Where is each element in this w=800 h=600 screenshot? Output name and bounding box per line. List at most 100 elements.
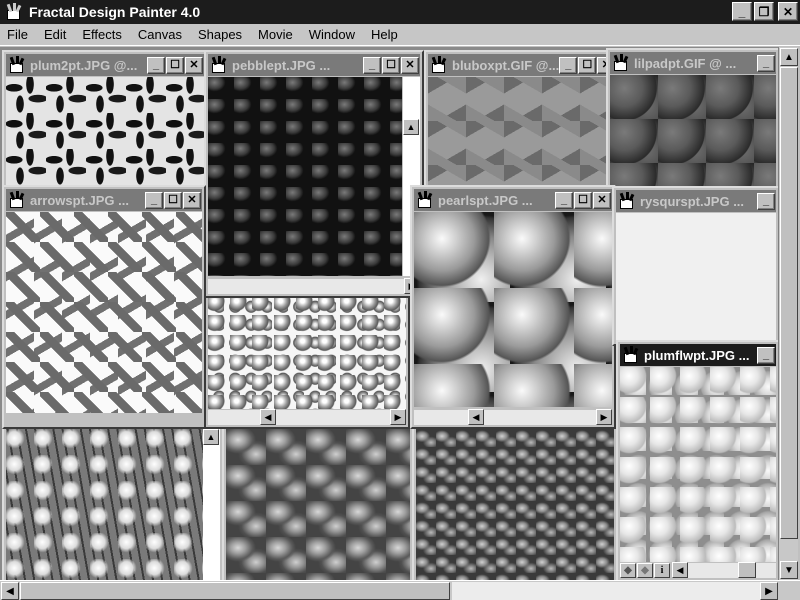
image-canvas[interactable] (616, 213, 776, 342)
doc-titlebar[interactable]: pebblept.JPG ... _ ☐ ✕ (208, 54, 420, 76)
doc-title: pebblept.JPG ... (232, 57, 331, 73)
doc-window-hearts[interactable] (222, 425, 414, 580)
doc-maximize-button[interactable]: ☐ (574, 191, 592, 209)
doc-window-rysqurspt[interactable]: rysqurspt.JPG ... _ (612, 186, 778, 346)
doc-window-waterdrops[interactable]: ◀ ▶ (204, 291, 410, 429)
doc-title: lilpadpt.GIF @ ... (634, 55, 737, 71)
doc-minimize-button[interactable]: _ (147, 56, 165, 74)
scroll-left-button[interactable]: ◀ (672, 562, 688, 578)
painter-doc-icon (429, 56, 449, 74)
doc-maximize-button[interactable]: ☐ (166, 56, 184, 74)
doc-titlebar[interactable]: pearlspt.JPG ... _ ☐ ✕ (414, 189, 612, 211)
scroll-right-button[interactable]: ▶ (596, 409, 612, 425)
main-scroll-up-button[interactable]: ▲ (780, 48, 798, 66)
image-canvas[interactable] (428, 77, 608, 186)
image-canvas[interactable] (416, 429, 614, 580)
tracing-tool-icon[interactable]: ◆ (637, 563, 653, 578)
main-vertical-scrollbar[interactable]: ▲ ▼ (778, 47, 798, 580)
doc-window-lilpadpt[interactable]: lilpadpt.GIF @ ... _ (606, 48, 778, 190)
doc-close-button[interactable]: ✕ (185, 56, 203, 74)
menubar: File Edit Effects Canvas Shapes Movie Wi… (0, 24, 800, 46)
horizontal-scrollbar[interactable]: ◀ (672, 562, 776, 578)
doc-minimize-button[interactable]: _ (757, 54, 775, 72)
doc-window-arrowspt[interactable]: arrowspt.JPG ... _ ☐ ✕ (2, 185, 206, 429)
grid-tool-icon[interactable]: ◆ (620, 563, 636, 578)
doc-titlebar[interactable]: plum2pt.JPG @... _ ☐ ✕ (6, 54, 204, 76)
main-horizontal-scrollbar[interactable]: ◀ ▶ (0, 580, 800, 600)
main-scroll-left-button[interactable]: ◀ (1, 582, 19, 600)
horizontal-scrollbar[interactable]: ◀ ▶ (208, 409, 406, 425)
doc-close-button[interactable]: ✕ (593, 191, 611, 209)
doc-title: bluboxpt.GIF @... (452, 57, 560, 73)
doc-minimize-button[interactable]: _ (757, 346, 775, 364)
doc-window-pebblept[interactable]: pebblept.JPG ... _ ☐ ✕ ▲ ▶ (204, 50, 424, 298)
main-scroll-down-button[interactable]: ▼ (780, 561, 798, 579)
image-canvas[interactable] (6, 429, 204, 580)
doc-maximize-button[interactable]: ☐ (578, 56, 597, 74)
doc-close-button[interactable]: ✕ (183, 191, 201, 209)
doc-titlebar[interactable]: arrowspt.JPG ... _ ☐ ✕ (6, 189, 202, 211)
menu-window[interactable]: Window (301, 27, 363, 42)
doc-title: arrowspt.JPG ... (30, 192, 129, 208)
doc-window-ivy[interactable] (412, 425, 618, 580)
doc-minimize-button[interactable]: _ (555, 191, 573, 209)
painter-app-icon[interactable] (4, 3, 24, 21)
doc-window-floral[interactable]: ▲ (2, 425, 224, 580)
doc-titlebar[interactable]: rysqurspt.JPG ... _ (616, 190, 776, 212)
image-canvas[interactable] (414, 212, 612, 407)
menu-movie[interactable]: Movie (250, 27, 301, 42)
doc-window-pearlspt[interactable]: pearlspt.JPG ... _ ☐ ✕ ◀ ▶ (410, 185, 616, 429)
vertical-scrollbar[interactable]: ▲ (203, 429, 220, 580)
menu-help[interactable]: Help (363, 27, 406, 42)
doc-minimize-button[interactable]: _ (363, 56, 381, 74)
image-canvas[interactable] (208, 77, 402, 276)
main-scroll-right-button[interactable]: ▶ (760, 582, 778, 600)
scroll-right-button[interactable]: ▶ (390, 409, 406, 425)
doc-titlebar[interactable]: bluboxpt.GIF @... _ ☐ ✕ (428, 54, 608, 76)
painter-doc-icon (621, 346, 641, 364)
scroll-up-button[interactable]: ▲ (203, 429, 219, 445)
main-horizontal-track[interactable] (452, 582, 774, 600)
doc-title: rysqurspt.JPG ... (640, 193, 745, 209)
scroll-up-button[interactable]: ▲ (403, 119, 419, 135)
doc-minimize-button[interactable]: _ (145, 191, 163, 209)
image-canvas[interactable] (610, 75, 776, 186)
doc-titlebar[interactable]: plumflwpt.JPG ... _ (620, 344, 776, 366)
image-canvas[interactable] (6, 77, 204, 186)
menu-file[interactable]: File (0, 27, 36, 42)
scroll-left-button[interactable]: ◀ (260, 409, 276, 425)
app-restore-button[interactable]: ❐ (754, 2, 774, 21)
doc-title: plum2pt.JPG @... (30, 57, 138, 73)
doc-minimize-button[interactable]: _ (757, 192, 775, 210)
app-titlebar: Fractal Design Painter 4.0 _ ❐ ✕ (0, 0, 800, 24)
doc-window-bluboxpt[interactable]: bluboxpt.GIF @... _ ☐ ✕ (424, 50, 612, 190)
scroll-thumb[interactable] (738, 562, 756, 578)
doc-maximize-button[interactable]: ☐ (382, 56, 400, 74)
menu-effects[interactable]: Effects (74, 27, 130, 42)
menu-edit[interactable]: Edit (36, 27, 74, 42)
image-canvas[interactable] (620, 367, 776, 562)
doc-minimize-button[interactable]: _ (559, 56, 578, 74)
menu-shapes[interactable]: Shapes (190, 27, 250, 42)
doc-window-plumflwpt[interactable]: plumflwpt.JPG ... _ ◀ ◆ ◆ i (616, 340, 778, 580)
horizontal-scrollbar[interactable]: ▶ (208, 278, 420, 294)
image-canvas[interactable] (226, 429, 410, 580)
scroll-left-button[interactable]: ◀ (468, 409, 484, 425)
workspace: ▲ plum2pt.JPG @... _ ☐ ✕ bluboxpt.GIF @.… (0, 47, 778, 580)
info-icon[interactable]: i (654, 563, 670, 578)
painter-doc-icon (611, 54, 631, 72)
app-title: Fractal Design Painter 4.0 (29, 4, 201, 20)
image-canvas[interactable] (208, 295, 406, 409)
app-minimize-button[interactable]: _ (732, 2, 752, 21)
app-close-button[interactable]: ✕ (778, 2, 798, 21)
doc-titlebar[interactable]: lilpadpt.GIF @ ... _ (610, 52, 776, 74)
doc-maximize-button[interactable]: ☐ (164, 191, 182, 209)
main-vertical-thumb[interactable] (780, 67, 798, 539)
doc-close-button[interactable]: ✕ (401, 56, 419, 74)
horizontal-scrollbar[interactable]: ◀ ▶ (414, 409, 612, 425)
image-canvas[interactable] (6, 212, 202, 413)
main-horizontal-thumb[interactable] (20, 582, 450, 600)
doc-tools: ◆ ◆ i (620, 563, 670, 578)
menu-canvas[interactable]: Canvas (130, 27, 190, 42)
doc-window-plum2pt[interactable]: plum2pt.JPG @... _ ☐ ✕ (2, 50, 208, 190)
